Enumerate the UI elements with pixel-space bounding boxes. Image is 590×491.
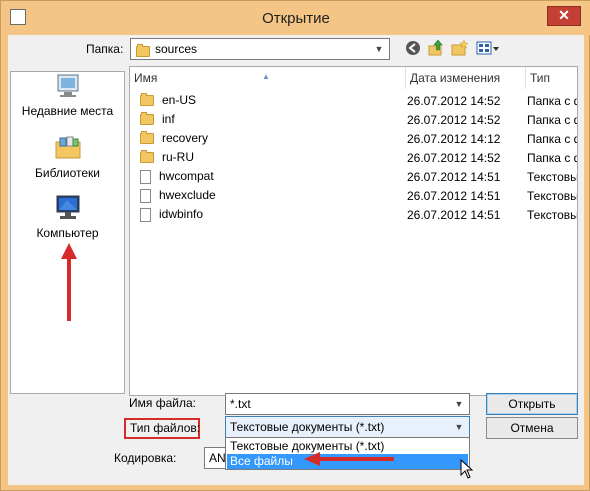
sort-up-icon: ▲ <box>262 72 270 81</box>
back-button[interactable] <box>404 40 422 58</box>
place-computer[interactable]: Компьютер <box>11 194 124 240</box>
folder-icon <box>140 150 154 164</box>
text-file-icon <box>140 169 151 184</box>
open-button[interactable]: Открыть <box>486 393 578 415</box>
filename-label: Имя файла: <box>129 396 196 410</box>
annotation-left-arrow <box>304 452 394 466</box>
lookin-combo[interactable]: sources ▼ <box>130 38 390 60</box>
annotation-up-arrow <box>61 243 77 321</box>
view-grid-icon <box>476 41 499 55</box>
view-menu-button[interactable] <box>476 39 500 57</box>
text-file-icon <box>140 207 151 222</box>
file-name: ru-RU <box>162 150 194 164</box>
column-name-label: Имя <box>134 71 158 85</box>
file-name: idwbinfo <box>159 207 204 221</box>
place-recent[interactable]: Недавние места <box>11 72 124 118</box>
folder-icon <box>140 131 154 145</box>
file-row[interactable]: recovery 26.07.2012 14:12 Папка с ф <box>130 129 577 148</box>
file-type: Папка с ф <box>527 151 578 165</box>
lookin-value: sources <box>155 42 198 56</box>
file-name: hwexclude <box>159 188 216 202</box>
filename-value: *.txt <box>230 397 251 411</box>
file-name: recovery <box>162 131 209 145</box>
place-libraries[interactable]: Библиотеки <box>11 134 124 180</box>
encoding-label: Кодировка: <box>114 451 177 465</box>
place-recent-label: Недавние места <box>21 104 114 118</box>
file-list[interactable]: ▲ Имя Дата изменения Тип en-US 26.07.201… <box>129 66 578 396</box>
computer-icon <box>54 194 82 222</box>
file-name: inf <box>162 112 175 126</box>
title-bar[interactable]: Открытие ✕ <box>1 1 590 35</box>
close-button[interactable]: ✕ <box>547 6 581 26</box>
file-date: 26.07.2012 14:52 <box>407 113 501 127</box>
file-date: 26.07.2012 14:12 <box>407 132 501 146</box>
place-libraries-label: Библиотеки <box>34 166 100 180</box>
folder-icon <box>136 44 150 58</box>
file-row[interactable]: hwexclude 26.07.2012 14:51 Текстовы <box>130 186 577 205</box>
file-row[interactable]: idwbinfo 26.07.2012 14:51 Текстовы <box>130 205 577 224</box>
mouse-cursor-icon <box>460 459 474 479</box>
file-row[interactable]: hwcompat 26.07.2012 14:51 Текстовы <box>130 167 577 186</box>
cancel-button[interactable]: Отмена <box>486 417 578 439</box>
recent-places-icon <box>54 72 82 100</box>
place-computer-label: Компьютер <box>36 226 99 240</box>
filetype-select[interactable]: Текстовые документы (*.txt) ▼ <box>225 416 470 438</box>
filename-input[interactable]: *.txt ▼ <box>225 393 470 415</box>
file-name: en-US <box>162 93 197 107</box>
file-row[interactable]: inf 26.07.2012 14:52 Папка с ф <box>130 110 577 129</box>
back-arrow-icon <box>406 41 420 55</box>
column-header-name[interactable]: ▲ Имя <box>130 67 406 89</box>
column-type-label: Тип <box>530 71 551 85</box>
file-row[interactable]: en-US 26.07.2012 14:52 Папка с ф <box>130 91 577 110</box>
file-row[interactable]: ru-RU 26.07.2012 14:52 Папка с ф <box>130 148 577 167</box>
filetype-label: Тип файлов: <box>130 421 201 435</box>
column-header-date[interactable]: Дата изменения <box>406 67 526 89</box>
places-bar: Недавние места Библиотеки Компьютер <box>10 71 125 394</box>
chevron-down-icon[interactable]: ▼ <box>449 394 469 414</box>
libraries-icon <box>54 134 82 162</box>
file-type: Папка с ф <box>527 132 578 146</box>
file-type: Папка с ф <box>527 94 578 108</box>
file-date: 26.07.2012 14:51 <box>407 170 501 184</box>
file-date: 26.07.2012 14:52 <box>407 151 501 165</box>
file-date: 26.07.2012 14:52 <box>407 94 501 108</box>
new-folder-button[interactable] <box>451 39 469 57</box>
dialog-window: Открытие ✕ Папка: sources ▼ Недавние мес… <box>0 0 590 491</box>
text-file-icon <box>140 188 151 203</box>
file-type: Текстовы <box>527 170 578 184</box>
up-folder-button[interactable] <box>427 39 445 57</box>
filetype-value: Текстовые документы (*.txt) <box>230 420 385 434</box>
new-folder-icon <box>451 39 469 56</box>
chevron-down-icon[interactable]: ▼ <box>449 417 469 437</box>
file-type: Текстовы <box>527 189 578 203</box>
file-date: 26.07.2012 14:51 <box>407 208 501 222</box>
folder-icon <box>140 93 154 107</box>
lookin-label: Папка: <box>86 42 124 56</box>
column-header-type[interactable]: Тип <box>526 67 577 89</box>
file-type: Папка с ф <box>527 113 578 127</box>
file-type: Текстовы <box>527 208 578 222</box>
dialog-client-area: Папка: sources ▼ Недавние места Библиоте… <box>8 35 584 485</box>
file-date: 26.07.2012 14:51 <box>407 189 501 203</box>
column-date-label: Дата изменения <box>410 71 501 85</box>
window-title: Открытие <box>262 10 330 27</box>
folder-icon <box>140 112 154 126</box>
chevron-down-icon[interactable]: ▼ <box>369 39 389 59</box>
up-folder-icon <box>428 39 443 56</box>
file-name: hwcompat <box>159 169 214 183</box>
